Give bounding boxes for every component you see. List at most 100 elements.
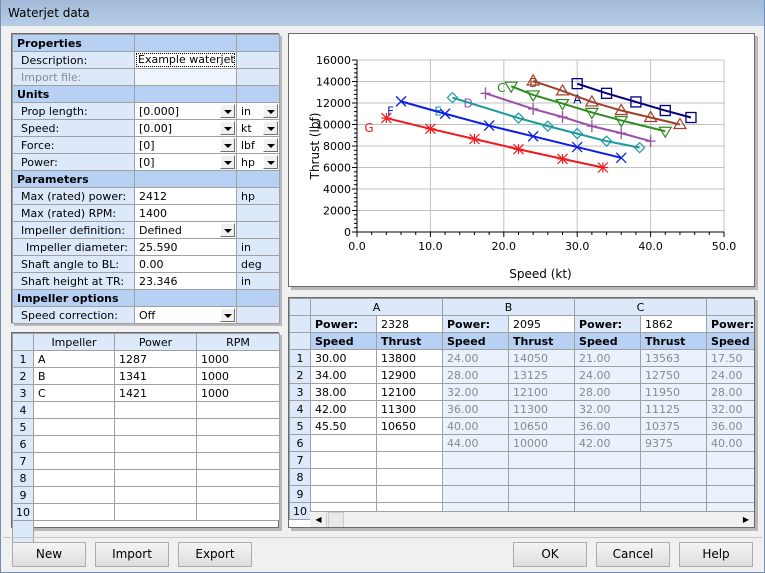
- thrust-cell[interactable]: [640, 485, 708, 503]
- speed-cell[interactable]: [442, 468, 509, 486]
- ok-button[interactable]: OK: [513, 542, 587, 567]
- row-number[interactable]: 1: [289, 349, 311, 367]
- thrust-cell[interactable]: 12750: [640, 366, 708, 384]
- scroll-thumb[interactable]: [328, 512, 344, 527]
- thrust-cell[interactable]: [376, 468, 443, 486]
- unit-dropdown-icon[interactable]: [263, 104, 278, 118]
- column-header[interactable]: Power: [114, 333, 197, 351]
- table-cell[interactable]: [196, 503, 280, 521]
- unit-dropdown-icon[interactable]: [263, 155, 278, 169]
- parameter-value[interactable]: 2412: [134, 187, 237, 205]
- thrust-cell[interactable]: 11125: [640, 400, 708, 418]
- speed-cell[interactable]: 24.00: [442, 349, 509, 367]
- table-cell[interactable]: 1000: [196, 350, 280, 368]
- thrust-cell[interactable]: 12100: [376, 383, 443, 401]
- power-value[interactable]: 1862: [640, 315, 708, 333]
- unit-dropdown-icon[interactable]: [263, 121, 278, 135]
- description-field[interactable]: Example waterjet: [134, 51, 237, 69]
- power-value[interactable]: 2095: [507, 315, 576, 333]
- row-number[interactable]: 2: [289, 366, 311, 384]
- format-dropdown-icon[interactable]: [220, 138, 235, 152]
- thrust-cell[interactable]: 13800: [376, 349, 443, 367]
- speed-cell[interactable]: 34.00: [310, 366, 377, 384]
- format-dropdown-icon[interactable]: [220, 104, 235, 118]
- speed-cell[interactable]: 30.00: [310, 349, 377, 367]
- speed-cell[interactable]: 24.00: [574, 366, 642, 384]
- speed-cell[interactable]: [574, 451, 642, 469]
- table-cell[interactable]: [114, 486, 197, 504]
- speed-cell[interactable]: 44.00: [442, 434, 509, 452]
- thrust-cell[interactable]: [376, 451, 443, 469]
- row-number[interactable]: 6: [12, 435, 34, 453]
- row-number[interactable]: 4: [12, 401, 34, 419]
- scroll-right-button[interactable]: ▶: [738, 512, 754, 527]
- speed-cell[interactable]: [706, 485, 754, 503]
- speed-cell[interactable]: 38.00: [310, 383, 377, 401]
- thrust-cell[interactable]: [507, 468, 576, 486]
- thrust-cell[interactable]: [507, 451, 576, 469]
- format-select[interactable]: [0.00]: [134, 119, 237, 137]
- help-button[interactable]: Help: [679, 542, 753, 567]
- speed-cell[interactable]: 36.00: [706, 417, 754, 435]
- table-cell[interactable]: [196, 435, 280, 453]
- group-header-C[interactable]: C: [574, 298, 708, 316]
- table-cell[interactable]: 1287: [114, 350, 197, 368]
- table-cell[interactable]: [196, 401, 280, 419]
- column-header[interactable]: RPM: [196, 333, 280, 351]
- row-number[interactable]: 10: [289, 502, 311, 520]
- speed-cell[interactable]: [574, 485, 642, 503]
- thrust-cell[interactable]: 13125: [507, 366, 576, 384]
- table-cell[interactable]: [33, 435, 115, 453]
- table-cell[interactable]: [114, 401, 197, 419]
- scroll-left-button[interactable]: ◀: [311, 512, 327, 527]
- row-number[interactable]: 9: [289, 485, 311, 503]
- speed-cell[interactable]: 24.00: [706, 366, 754, 384]
- table-cell[interactable]: [196, 418, 280, 436]
- row-number[interactable]: 4: [289, 400, 311, 418]
- row-number[interactable]: 3: [12, 384, 34, 402]
- table-cell[interactable]: B: [33, 367, 115, 385]
- speed-cell[interactable]: 32.00: [574, 400, 642, 418]
- speed-cell[interactable]: [310, 485, 377, 503]
- speed-cell[interactable]: 32.00: [442, 383, 509, 401]
- thrust-cell[interactable]: 11300: [507, 400, 576, 418]
- thrust-cell[interactable]: [376, 434, 443, 452]
- table-cell[interactable]: [33, 469, 115, 487]
- format-dropdown-icon[interactable]: [220, 155, 235, 169]
- row-number[interactable]: 2: [12, 367, 34, 385]
- table-cell[interactable]: 1000: [196, 367, 280, 385]
- group-header-B[interactable]: B: [441, 298, 576, 316]
- unit-select[interactable]: kt: [236, 119, 280, 137]
- row-number[interactable]: 7: [289, 451, 311, 469]
- format-select[interactable]: [0]: [134, 136, 237, 154]
- table-cell[interactable]: [114, 452, 197, 470]
- thrust-cell[interactable]: 10000: [507, 434, 576, 452]
- speed-cell[interactable]: [442, 485, 509, 503]
- row-number[interactable]: 1: [12, 350, 34, 368]
- table-cell[interactable]: [196, 452, 280, 470]
- thrust-cell[interactable]: 13563: [640, 349, 708, 367]
- speed-cell[interactable]: 28.00: [706, 383, 754, 401]
- thrust-cell[interactable]: 10650: [507, 417, 576, 435]
- new-button[interactable]: New: [12, 542, 86, 567]
- thrust-cell[interactable]: [376, 485, 443, 503]
- speed-correction-select[interactable]: Off: [134, 306, 237, 324]
- speed-cell[interactable]: 36.00: [574, 417, 642, 435]
- export-button[interactable]: Export: [178, 542, 252, 567]
- thrust-cell[interactable]: [640, 468, 708, 486]
- unit-dropdown-icon[interactable]: [263, 138, 278, 152]
- table-cell[interactable]: [196, 486, 280, 504]
- speed-cell[interactable]: [310, 434, 377, 452]
- horizontal-scrollbar[interactable]: ◀ ▶: [310, 511, 754, 527]
- speed-cell[interactable]: [574, 468, 642, 486]
- speed-cell[interactable]: 28.00: [442, 366, 509, 384]
- parameter-value[interactable]: 0.00: [134, 255, 237, 273]
- parameter-value[interactable]: 25.590: [134, 238, 237, 256]
- parameter-value[interactable]: 1400: [134, 204, 237, 222]
- table-cell[interactable]: [196, 469, 280, 487]
- table-cell[interactable]: [114, 435, 197, 453]
- unit-select[interactable]: in: [236, 102, 280, 120]
- speed-correction-dropdown-icon[interactable]: [220, 308, 235, 322]
- format-select[interactable]: [0.000]: [134, 102, 237, 120]
- table-cell[interactable]: A: [33, 350, 115, 368]
